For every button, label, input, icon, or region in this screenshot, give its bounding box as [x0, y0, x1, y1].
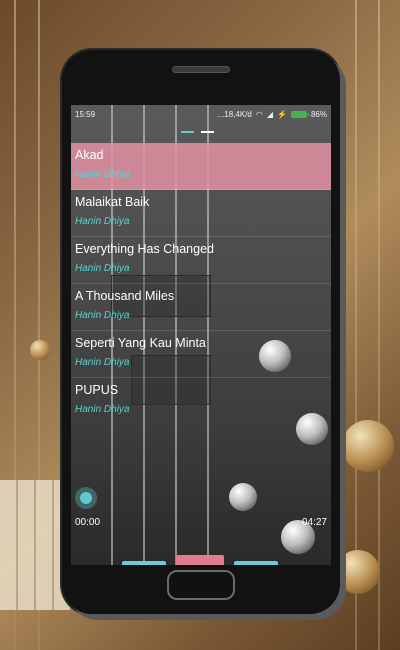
current-time: 00:00 [75, 517, 101, 528]
playlist-item[interactable]: Akad Hanin Dhiya [71, 143, 331, 190]
playlist-item[interactable]: Seperti Yang Kau Minta Hanin Dhiya [71, 331, 331, 378]
charging-icon: ⚡ [277, 109, 287, 119]
page-dot[interactable] [201, 131, 214, 133]
bg-knob [336, 550, 380, 594]
fast-forward-button[interactable]: ▶▶ [234, 561, 278, 565]
total-time: 04:27 [301, 517, 327, 528]
page-dot-active[interactable] [181, 131, 194, 133]
playlist: Akad Hanin Dhiya Malaikat Baik Hanin Dhi… [71, 143, 331, 425]
song-title: PUPUS [75, 383, 119, 397]
pause-button[interactable]: ❚❚ [176, 555, 224, 565]
playlist-item[interactable]: A Thousand Miles Hanin Dhiya [71, 284, 331, 331]
song-artist: Hanin Dhiya [75, 404, 130, 415]
playlist-item[interactable]: PUPUS Hanin Dhiya [71, 378, 331, 425]
song-title: Malaikat Baik [75, 195, 150, 209]
signal-icon: ◢ [266, 109, 274, 119]
song-artist: Hanin Dhiya [75, 310, 130, 321]
app-screen: 15:59 ...18,4K/d ◠ ◢ ⚡ 86% Akad Hanin Dh… [71, 105, 331, 565]
status-bar: 15:59 ...18,4K/d ◠ ◢ ⚡ 86% [71, 105, 331, 123]
phone-frame: 15:59 ...18,4K/d ◠ ◢ ⚡ 86% Akad Hanin Dh… [62, 50, 340, 614]
bg-knob [342, 420, 394, 472]
song-title: Seperti Yang Kau Minta [75, 336, 206, 350]
battery-icon [290, 110, 309, 118]
screen-knob [229, 483, 257, 511]
song-title: Akad [75, 148, 104, 162]
battery-percent: 86% [310, 109, 327, 119]
playlist-item[interactable]: Malaikat Baik Hanin Dhiya [71, 190, 331, 237]
status-time: 15:59 [75, 109, 96, 119]
song-artist: Hanin Dhiya [75, 263, 130, 274]
seek-slider-thumb[interactable] [75, 487, 97, 509]
playlist-item[interactable]: Everything Has Changed Hanin Dhiya [71, 237, 331, 284]
bg-bridge [0, 480, 70, 610]
phone-speaker [172, 66, 230, 73]
song-artist: Hanin Dhiya [75, 216, 130, 227]
song-title: Everything Has Changed [75, 242, 214, 256]
home-button[interactable] [167, 570, 235, 600]
network-speed: ...18,4K/d [217, 109, 252, 119]
song-title: A Thousand Miles [75, 289, 175, 303]
page-indicator[interactable] [181, 131, 214, 133]
rewind-button[interactable]: ◀◀ [122, 561, 166, 565]
wifi-icon: ◠ [255, 109, 263, 119]
song-artist: Hanin Dhiya [75, 169, 130, 180]
bg-string [378, 0, 380, 650]
song-artist: Hanin Dhiya [75, 357, 130, 368]
bg-knob [30, 340, 50, 360]
